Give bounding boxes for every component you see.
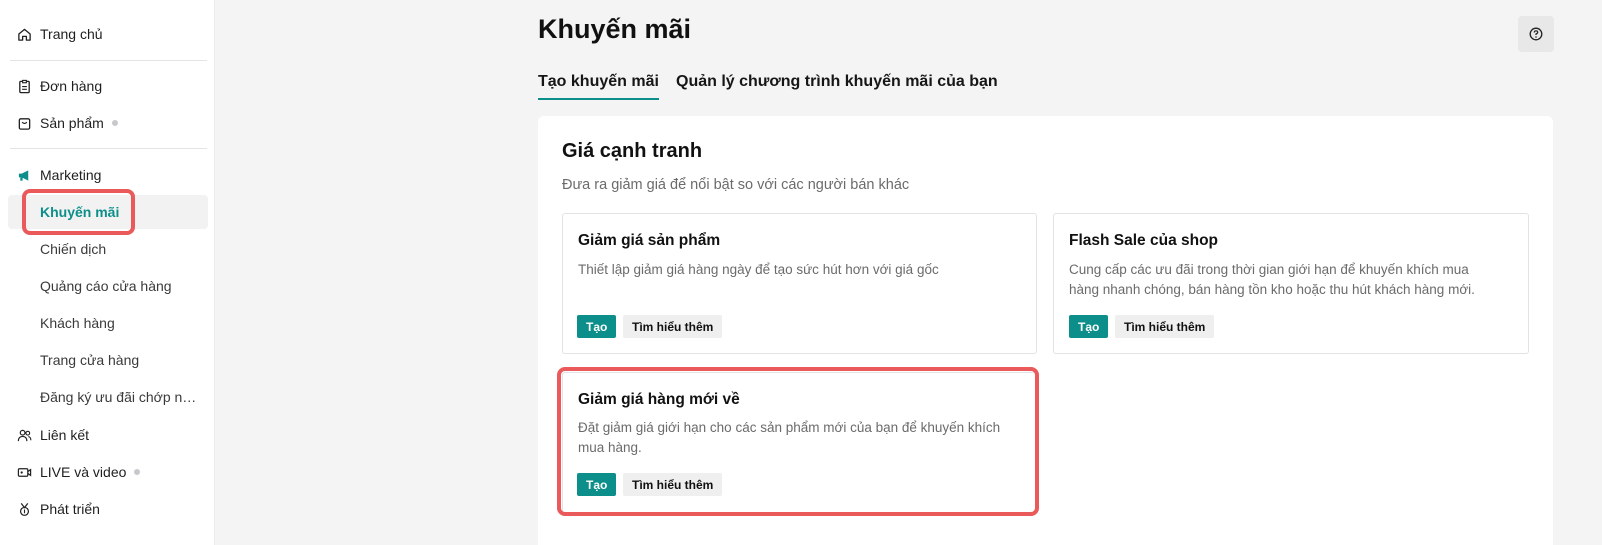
sidebar-divider [10,148,207,149]
status-dot [134,469,141,475]
clipboard-icon [16,78,32,94]
home-icon [16,26,32,42]
sidebar-item-products[interactable]: Sản phẩm [8,106,208,140]
tab-create-promotion[interactable]: Tạo khuyến mãi [538,73,659,100]
sidebar-item-label: Khách hàng [40,315,115,331]
question-icon [1529,27,1543,41]
sidebar-item-label: Phát triển [40,501,100,517]
learn-more-button[interactable]: Tìm hiểu thêm [623,315,723,338]
promo-card-description-line: hàng nhanh chóng, bán hàng tồn kho hoặc … [1069,282,1475,297]
sidebar-item-label: Quảng cáo cửa hàng [40,278,172,294]
promo-card-description-line: Cung cấp các ưu đãi trong thời gian giới… [1069,262,1469,277]
sidebar-item-customers[interactable]: Khách hàng [8,306,208,340]
sidebar-item-campaigns[interactable]: Chiến dịch [8,232,208,266]
create-button[interactable]: Tạo [577,315,617,338]
sidebar-item-label: Liên kết [40,427,90,443]
promo-card-description-line: Đặt giảm giá giới hạn cho các sản phẩm m… [578,420,1001,435]
sidebar-item-label: Chiến dịch [40,241,107,257]
sidebar-item-label: Sản phẩm [40,115,104,131]
promo-card-description: Cung cấp các ưu đãi trong thời gian giới… [1069,260,1475,300]
sidebar-item-label: LIVE và video [40,464,127,480]
promo-card-description-line: mua hàng. [578,440,642,455]
learn-more-button[interactable]: Tìm hiểu thêm [1115,315,1215,338]
sidebar-item-growth[interactable]: Phát triển [8,492,208,526]
bag-icon [16,115,32,131]
sidebar-item-store-ads[interactable]: Quảng cáo cửa hàng [8,269,208,303]
promo-card-description: Thiết lập giảm giá hàng ngày để tạo sức … [578,260,939,280]
promo-card-title: Giảm giá sản phẩm [578,232,721,249]
users-icon [16,427,32,443]
sidebar-item-orders[interactable]: Đơn hàng [8,69,208,103]
sidebar-item-label: Đơn hàng [40,78,103,94]
sidebar-divider [10,60,207,61]
tab-manage-promotions[interactable]: Quản lý chương trình khuyến mãi của bạn [676,73,998,91]
promo-card-title: Flash Sale của shop [1069,232,1219,249]
create-button[interactable]: Tạo [1069,315,1109,338]
sidebar-item-label: Marketing [40,167,102,183]
medal-icon [16,501,32,517]
promo-card-title: Giảm giá hàng mới về [578,391,740,408]
sidebar-item-affiliate[interactable]: Liên kết [8,418,208,452]
section-subtitle: Đưa ra giảm giá để nổi bật so với các ng… [562,177,910,193]
create-button[interactable]: Tạo [577,473,617,496]
page-title: Khuyến mãi [538,14,692,44]
app-root: Trang chủ Đơn hàng Sản phẩm Marketing Kh… [0,0,1602,545]
sidebar-item-promotions[interactable]: Khuyến mãi [8,195,208,229]
sidebar-item-home[interactable]: Trang chủ [8,17,208,51]
learn-more-button[interactable]: Tìm hiểu thêm [623,473,723,496]
sidebar-item-flash-deals[interactable]: Đăng ký ưu đãi chớp nhoáng [8,380,208,414]
sidebar-item-storefront[interactable]: Trang cửa hàng [8,343,208,377]
section-title: Giá cạnh tranh [562,140,703,162]
sidebar-item-label: Khuyến mãi [40,204,120,220]
video-icon [16,464,32,480]
sidebar-item-live-video[interactable]: LIVE và video [8,455,208,489]
sidebar-item-label: Trang cửa hàng [40,352,140,368]
sidebar: Trang chủ Đơn hàng Sản phẩm Marketing Kh… [0,0,215,545]
promo-card-description: Đặt giảm giá giới hạn cho các sản phẩm m… [578,418,1000,458]
sidebar-item-marketing[interactable]: Marketing [8,158,208,192]
sidebar-item-label: Trang chủ [40,26,103,42]
help-button[interactable] [1518,16,1554,52]
promo-card-description-line: Thiết lập giảm giá hàng ngày để tạo sức … [578,262,939,277]
status-dot [111,120,118,126]
megaphone-icon [16,167,32,183]
sidebar-item-label: Đăng ký ưu đãi chớp nhoáng [40,389,200,405]
